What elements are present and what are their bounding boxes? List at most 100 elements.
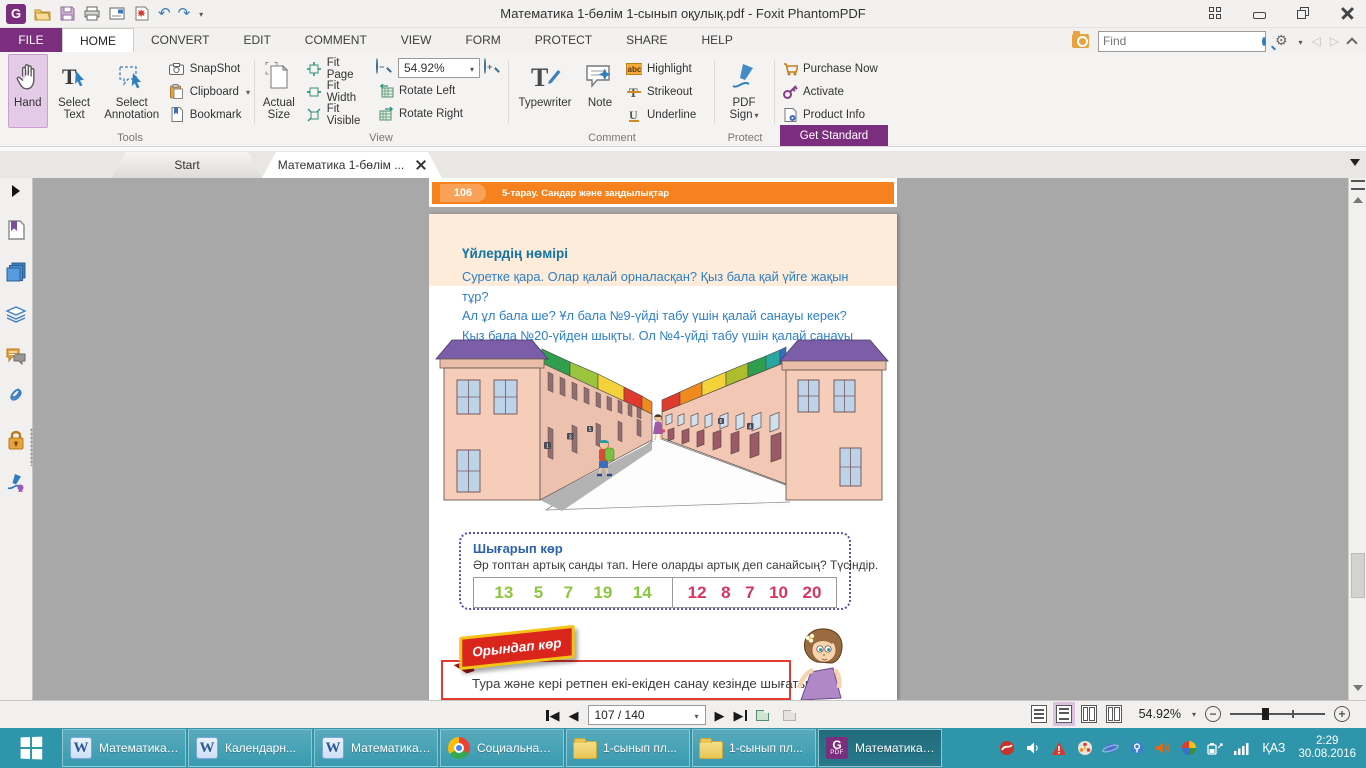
tab-overflow-caret[interactable]: [1350, 159, 1360, 166]
security-suite-tray-icon[interactable]: [1076, 740, 1093, 757]
zoom-in-icon[interactable]: +: [484, 59, 502, 77]
print-icon[interactable]: [83, 5, 101, 23]
select-text-button[interactable]: T Select Text: [52, 54, 97, 128]
facing-view-icon[interactable]: [1081, 705, 1097, 723]
taskbar-app-word-3[interactable]: W Математика ...: [314, 729, 438, 767]
taskbar-app-chrome[interactable]: Социальная ...: [440, 729, 564, 767]
collapse-ribbon-icon[interactable]: [1346, 37, 1357, 48]
scroll-up-icon[interactable]: [1352, 194, 1364, 206]
rotate-left-button[interactable]: Rotate Left: [376, 80, 502, 101]
bookmark-button[interactable]: Bookmark: [167, 104, 252, 125]
tab-edit[interactable]: EDIT: [226, 28, 287, 52]
find-input[interactable]: [1099, 34, 1262, 48]
bookmarks-panel-icon[interactable]: [5, 219, 27, 241]
taskbar-clock[interactable]: 2:29 30.08.2016: [1298, 735, 1356, 761]
zoom-combobox[interactable]: 54.92%: [398, 58, 480, 78]
next-page-button[interactable]: ▶: [715, 709, 725, 722]
helper-tray-icon[interactable]: [1128, 740, 1145, 757]
attachments-panel-icon[interactable]: [5, 387, 27, 409]
zoom-in-button[interactable]: +: [1334, 706, 1350, 722]
get-standard-button[interactable]: Get Standard: [780, 125, 888, 146]
panel-splitter[interactable]: [30, 428, 33, 466]
scrollbar-thumb[interactable]: [1351, 553, 1365, 598]
signatures-panel-icon[interactable]: [5, 471, 27, 493]
zoom-level-caret[interactable]: [1190, 709, 1196, 719]
zoom-out-button[interactable]: −: [1205, 706, 1221, 722]
continuous-view-icon[interactable]: [1056, 705, 1072, 723]
zoom-slider-thumb[interactable]: [1262, 708, 1269, 720]
underline-button[interactable]: U Underline: [624, 104, 698, 125]
fit-visible-button[interactable]: Fit Visible: [304, 104, 370, 125]
security-panel-icon[interactable]: [5, 429, 27, 451]
select-annotation-button[interactable]: Select Annotation: [101, 54, 163, 128]
doc-tab-start[interactable]: Start: [112, 152, 262, 178]
taskbar-app-word-1[interactable]: W Математика ...: [62, 729, 186, 767]
save-icon[interactable]: [58, 5, 76, 23]
scrollbar-split-handle[interactable]: [1351, 180, 1365, 190]
activate-button[interactable]: Activate: [780, 81, 888, 102]
gear-caret[interactable]: [1297, 34, 1303, 48]
redo-icon[interactable]: ↷: [178, 6, 191, 21]
scroll-down-icon[interactable]: [1352, 682, 1364, 694]
search-icon[interactable]: [1262, 37, 1266, 46]
fit-width-button[interactable]: Fit Width: [304, 81, 370, 102]
sound-manager-tray-icon[interactable]: [1154, 740, 1171, 757]
power-tray-icon[interactable]: [1206, 740, 1223, 757]
vertical-scrollbar[interactable]: [1348, 178, 1366, 700]
zoom-out-icon[interactable]: −: [376, 59, 394, 77]
email-icon[interactable]: [108, 5, 126, 23]
note-button[interactable]: Note: [580, 54, 620, 128]
highlight-button[interactable]: abc Highlight: [624, 58, 698, 79]
tab-convert[interactable]: CONVERT: [134, 28, 226, 52]
tab-protect[interactable]: PROTECT: [518, 28, 609, 52]
tab-share[interactable]: SHARE: [609, 28, 684, 52]
single-page-view-icon[interactable]: [1031, 705, 1047, 723]
zoom-slider[interactable]: [1230, 713, 1325, 715]
pages-panel-icon[interactable]: [5, 261, 27, 283]
taskbar-app-folder-2[interactable]: 1-сынып пл...: [692, 729, 816, 767]
continuous-facing-view-icon[interactable]: [1106, 705, 1122, 723]
planet-tray-icon[interactable]: [1102, 740, 1119, 757]
start-button[interactable]: [0, 728, 62, 768]
taskbar-app-word-2[interactable]: W Календарн...: [188, 729, 312, 767]
doc-tab-active[interactable]: Математика 1-бөлім ...: [262, 152, 442, 178]
open-file-icon[interactable]: [33, 5, 51, 23]
fit-page-button[interactable]: Fit Page: [304, 58, 370, 79]
tab-home[interactable]: HOME: [62, 28, 134, 52]
actual-size-button[interactable]: Actual Size: [260, 54, 298, 128]
tab-form[interactable]: FORM: [448, 28, 517, 52]
typewriter-button[interactable]: T Typewriter: [514, 54, 576, 128]
find-previous-icon[interactable]: ◁: [1312, 34, 1321, 48]
pdf-sign-button[interactable]: PDF Sign: [720, 54, 768, 128]
first-page-button[interactable]: ◀: [546, 709, 560, 722]
rotate-right-button[interactable]: Rotate Right: [376, 103, 502, 124]
foxit-logo-icon[interactable]: G: [6, 4, 26, 24]
taskbar-app-folder-1[interactable]: 1-сынып пл...: [566, 729, 690, 767]
antivirus-tray-icon[interactable]: [998, 740, 1015, 757]
find-next-icon[interactable]: ▷: [1330, 34, 1339, 48]
tab-comment[interactable]: COMMENT: [288, 28, 384, 52]
tab-view[interactable]: VIEW: [384, 28, 449, 52]
tab-help[interactable]: HELP: [684, 28, 749, 52]
snapshot-quick-icon[interactable]: [133, 5, 151, 23]
language-indicator[interactable]: ҚАЗ: [1262, 741, 1285, 755]
restore-button[interactable]: [1292, 4, 1314, 22]
minimize-button[interactable]: [1248, 4, 1270, 22]
previous-page-button[interactable]: ◀: [569, 709, 579, 722]
search-in-folder-icon[interactable]: [1072, 34, 1089, 48]
hand-tool-button[interactable]: Hand: [8, 54, 48, 128]
purchase-now-button[interactable]: Purchase Now: [780, 58, 888, 79]
pinwheel-tray-icon[interactable]: [1180, 740, 1197, 757]
qat-customize-caret[interactable]: [197, 9, 203, 19]
layers-panel-icon[interactable]: [5, 303, 27, 325]
last-page-button[interactable]: ▶: [734, 709, 748, 722]
product-info-button[interactable]: Product Info: [780, 104, 888, 125]
warning-tray-icon[interactable]: [1050, 740, 1067, 757]
close-tab-icon[interactable]: [416, 160, 426, 170]
gear-icon[interactable]: ⚙: [1275, 34, 1288, 48]
strikeout-button[interactable]: T Strikeout: [624, 81, 698, 102]
tab-file[interactable]: FILE: [0, 28, 62, 52]
toggle-ui-icon[interactable]: [1204, 4, 1226, 22]
taskbar-app-foxit[interactable]: GPDF Математика ...: [818, 729, 942, 767]
previous-view-icon[interactable]: [756, 707, 774, 723]
